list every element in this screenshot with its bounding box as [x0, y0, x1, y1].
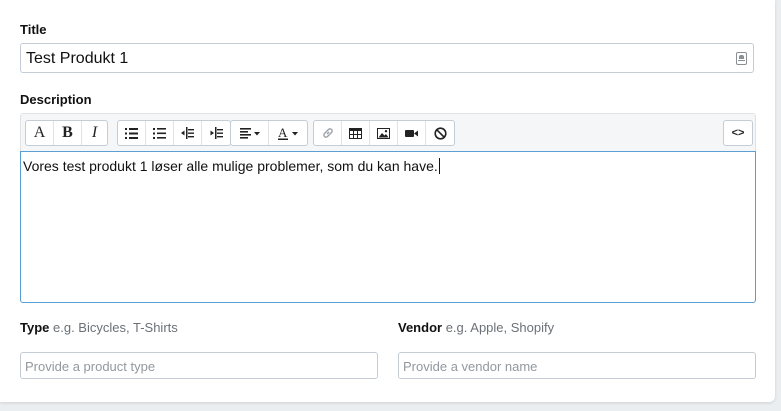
editor-toolbar: A B I A <>	[21, 114, 755, 153]
font-style-icon: A	[33, 124, 46, 141]
picture-icon	[377, 127, 390, 139]
table-button[interactable]	[342, 121, 370, 145]
ordered-list-icon	[153, 127, 166, 139]
type-input-wrapper[interactable]	[20, 352, 378, 379]
table-icon	[349, 127, 362, 139]
vendor-input-wrapper[interactable]	[398, 352, 756, 379]
type-input[interactable]	[25, 358, 370, 374]
list-group	[117, 120, 231, 146]
font-group: A B I	[25, 120, 108, 146]
bold-icon: B	[62, 124, 73, 141]
code-group: <>	[723, 120, 753, 146]
code-view-button[interactable]: <>	[724, 121, 752, 145]
vendor-hint: e.g. Apple, Shopify	[445, 320, 555, 335]
link-icon	[322, 128, 333, 138]
insert-group	[313, 120, 455, 146]
picture-button[interactable]	[370, 121, 398, 145]
type-label-text: Type	[20, 320, 50, 335]
unordered-list-icon	[125, 127, 138, 139]
paragraph-group: A	[230, 120, 308, 146]
indent-icon	[210, 127, 223, 139]
clear-format-icon	[433, 126, 447, 140]
vendor-label: Vendor e.g. Apple, Shopify	[398, 320, 554, 335]
type-label: Type e.g. Bicycles, T-Shirts	[20, 320, 178, 335]
code-view-icon: <>	[731, 127, 745, 139]
description-editor-area[interactable]: Vores test produkt 1 løser alle mulige p…	[20, 151, 756, 303]
contact-card-icon[interactable]	[736, 52, 747, 65]
text-color-icon: A	[278, 127, 298, 140]
link-button[interactable]	[314, 121, 342, 145]
description-label: Description	[20, 92, 92, 107]
title-label: Title	[20, 22, 47, 37]
indent-button[interactable]	[202, 121, 230, 145]
svg-text:A: A	[278, 127, 288, 140]
title-input-wrapper[interactable]	[20, 43, 754, 73]
outdent-icon	[181, 127, 194, 139]
font-style-button[interactable]: A	[26, 121, 54, 145]
type-hint: e.g. Bicycles, T-Shirts	[53, 320, 178, 335]
ordered-list-button[interactable]	[146, 121, 174, 145]
product-card: Title Description A B I	[0, 0, 775, 402]
description-content[interactable]: Vores test produkt 1 løser alle mulige p…	[23, 158, 440, 174]
clear-format-button[interactable]	[426, 121, 454, 145]
paragraph-align-icon	[239, 127, 260, 139]
text-color-button[interactable]: A	[269, 121, 307, 145]
outdent-button[interactable]	[174, 121, 202, 145]
paragraph-align-button[interactable]	[231, 121, 269, 145]
italic-button[interactable]: I	[82, 121, 107, 145]
vendor-label-text: Vendor	[398, 320, 443, 335]
text-caret	[438, 158, 440, 174]
video-button[interactable]	[398, 121, 426, 145]
video-icon	[405, 129, 418, 137]
title-input[interactable]	[26, 49, 726, 69]
bold-button[interactable]: B	[54, 121, 82, 145]
unordered-list-button[interactable]	[118, 121, 146, 145]
vendor-input[interactable]	[403, 358, 748, 374]
italic-icon: I	[91, 124, 98, 141]
